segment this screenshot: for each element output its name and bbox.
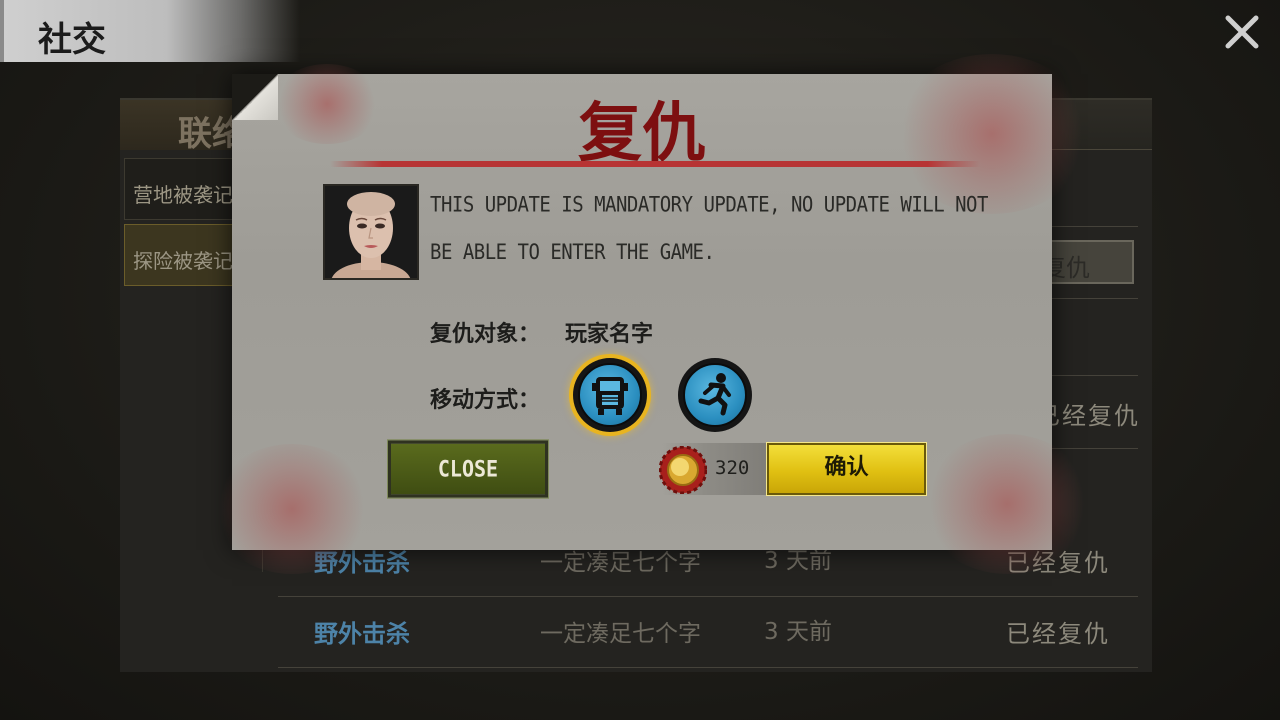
divider [1040,226,1138,227]
kill-type-link[interactable]: 野外击杀 [314,614,410,649]
title-underline [330,161,980,167]
sidebar-item-label: 营地被袭记 [133,183,233,207]
blood-stain [922,434,1092,574]
table-row: 野外击杀 一定凑足七个字 3 天前 已经复仇 [278,596,1138,668]
target-label: 复仇对象： [430,322,541,347]
revenge-dialog: 复仇 THIS UPDATE IS MANDATORY UPDATE, NO U… [212,54,1092,574]
avatar [323,184,419,280]
player-name: 一定凑足七个字 [540,621,701,647]
blood-stain [212,444,372,574]
move-option-truck[interactable] [573,358,647,432]
divider [1040,298,1138,299]
move-label: 移动方式： [430,388,541,413]
close-button[interactable]: CLOSE [387,439,549,499]
time-ago: 3 天前 [764,619,832,645]
target-value: 玩家名字 [565,322,654,347]
sidebar-item-label: 探险被袭记 [133,249,233,273]
move-option-run[interactable] [678,358,752,432]
status-text: 已经复仇 [1006,620,1110,648]
screen-title: 社交 [38,20,106,60]
running-man-icon [683,363,747,427]
coin-icon [658,445,708,495]
title-bar: 社交 [0,0,300,62]
confirm-button[interactable]: 确认 [766,442,927,496]
close-icon[interactable] [1222,12,1262,52]
cost-value: 320 [715,457,750,479]
divider [1040,375,1138,376]
truck-icon [578,363,642,427]
dialog-message: THIS UPDATE IS MANDATORY UPDATE, NO UPDA… [430,193,988,265]
